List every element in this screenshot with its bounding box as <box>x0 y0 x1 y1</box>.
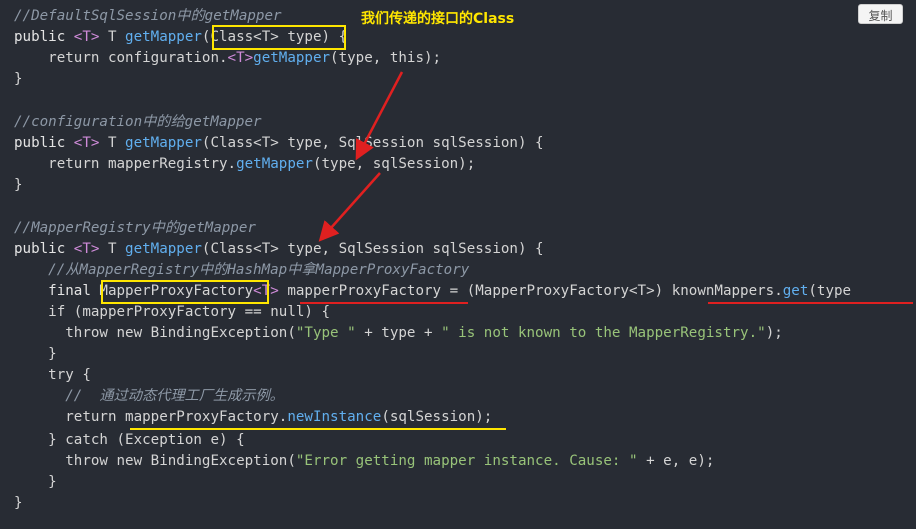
arrow-to-registry <box>318 172 381 242</box>
arrow-to-configuration <box>355 71 404 161</box>
copy-button[interactable]: 复制 <box>858 4 903 24</box>
annotation-arrows <box>318 71 404 242</box>
